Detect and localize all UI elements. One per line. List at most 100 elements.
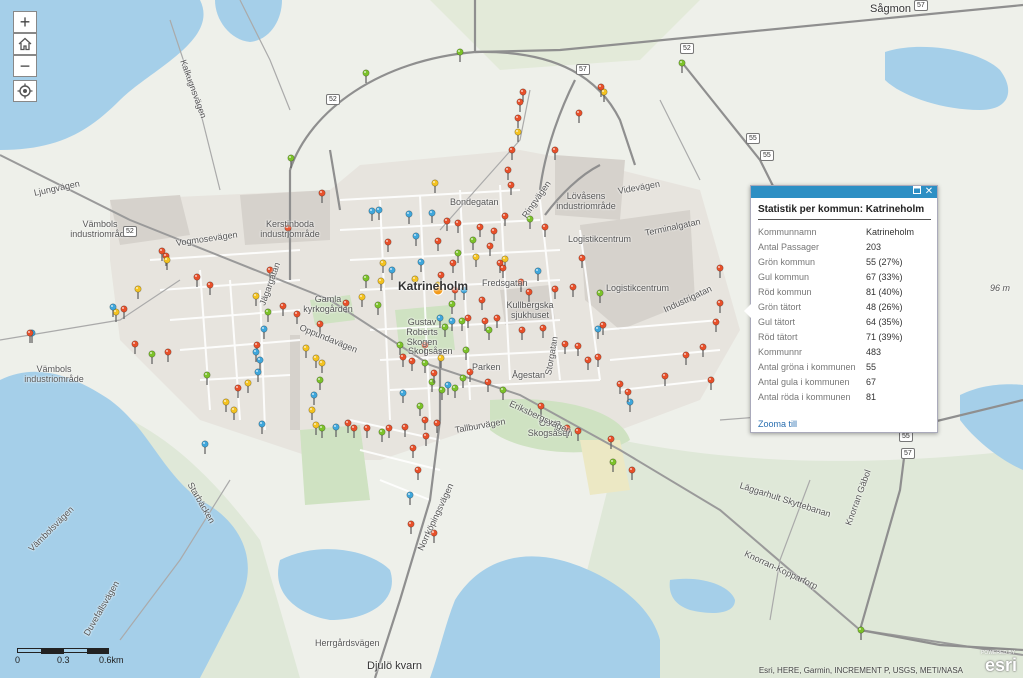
map-pin[interactable] [451, 384, 459, 398]
map-pin[interactable] [607, 435, 615, 449]
map-pin[interactable] [616, 380, 624, 394]
map-pin[interactable] [462, 346, 470, 360]
map-pin[interactable] [358, 293, 366, 307]
map-pin[interactable] [201, 440, 209, 454]
map-pin[interactable] [414, 466, 422, 480]
map-pin[interactable] [517, 278, 525, 292]
map-pin[interactable] [396, 341, 404, 355]
map-pin[interactable] [584, 356, 592, 370]
map-pin[interactable] [431, 179, 439, 193]
map-pin[interactable] [405, 210, 413, 224]
map-pin[interactable] [716, 299, 724, 313]
map-pin[interactable] [384, 238, 392, 252]
map-pin[interactable] [260, 325, 268, 339]
map-pin[interactable] [411, 275, 419, 289]
map-pin[interactable] [264, 308, 272, 322]
map-pin[interactable] [401, 423, 409, 437]
map-pin[interactable] [412, 232, 420, 246]
map-pin[interactable] [163, 256, 171, 270]
map-pin[interactable] [682, 351, 690, 365]
map-pin[interactable] [430, 529, 438, 543]
map-pin[interactable] [699, 343, 707, 357]
map-pin[interactable] [456, 48, 464, 62]
map-pin[interactable] [437, 354, 445, 368]
map-pin[interactable] [594, 325, 602, 339]
map-pin[interactable] [252, 292, 260, 306]
map-pin[interactable] [493, 314, 501, 328]
map-pin[interactable] [421, 359, 429, 373]
map-pin[interactable] [206, 281, 214, 295]
map-pin[interactable] [399, 389, 407, 403]
map-pin[interactable] [434, 237, 442, 251]
map-pin[interactable] [308, 406, 316, 420]
map-pin[interactable] [256, 356, 264, 370]
map-pin[interactable] [575, 109, 583, 123]
map-pin[interactable] [120, 305, 128, 319]
zoom-to-link[interactable]: Zooma till [758, 419, 797, 429]
map-pin[interactable] [444, 381, 452, 395]
map-pin[interactable] [230, 406, 238, 420]
map-pin[interactable] [526, 215, 534, 229]
map-pin[interactable] [409, 444, 417, 458]
maximize-icon[interactable] [911, 186, 923, 198]
map-pin[interactable] [507, 181, 515, 195]
map-pin[interactable] [569, 283, 577, 297]
map-pin[interactable] [422, 432, 430, 446]
map-pin[interactable] [258, 420, 266, 434]
map-pin[interactable] [451, 286, 459, 300]
map-pin[interactable] [379, 259, 387, 273]
close-icon[interactable]: ✕ [923, 186, 935, 198]
map-pin[interactable] [466, 368, 474, 382]
map-pin[interactable] [407, 520, 415, 534]
map-pin[interactable] [332, 423, 340, 437]
map-pin[interactable] [408, 357, 416, 371]
map-pin[interactable] [574, 427, 582, 441]
map-pin[interactable] [254, 368, 262, 382]
map-pin[interactable] [279, 302, 287, 316]
map-pin[interactable] [490, 227, 498, 241]
map-pin[interactable] [421, 341, 429, 355]
map-pin[interactable] [441, 323, 449, 337]
map-pin[interactable] [342, 299, 350, 313]
attribution-text[interactable]: Esri, HERE, Garmin, INCREMENT P, USGS, M… [759, 666, 963, 675]
map-pin[interactable] [148, 350, 156, 364]
home-button[interactable] [13, 33, 37, 55]
map-pin[interactable] [112, 308, 120, 322]
map-pin[interactable] [678, 59, 686, 73]
map-pin[interactable] [857, 626, 865, 640]
map-pin[interactable] [234, 384, 242, 398]
map-pin[interactable] [478, 296, 486, 310]
map-pin[interactable] [406, 491, 414, 505]
map-pin[interactable] [448, 300, 456, 314]
map-pin[interactable] [312, 421, 320, 435]
map-pin[interactable] [318, 359, 326, 373]
map-pin[interactable] [712, 318, 720, 332]
map-pin[interactable] [716, 264, 724, 278]
zoom-in-button[interactable]: + [13, 11, 37, 33]
map-pin[interactable] [368, 207, 376, 221]
map-pin[interactable] [460, 286, 468, 300]
map-pin[interactable] [374, 301, 382, 315]
locate-button[interactable] [13, 80, 37, 102]
map-pin[interactable] [504, 166, 512, 180]
map-pin[interactable] [287, 154, 295, 168]
map-pin[interactable] [596, 289, 604, 303]
map-pin[interactable] [244, 379, 252, 393]
map-pin[interactable] [707, 376, 715, 390]
map-pin[interactable] [534, 267, 542, 281]
map-pin[interactable] [164, 348, 172, 362]
map-pin[interactable] [464, 314, 472, 328]
statistics-popup[interactable]: ✕ Statistik per kommun: Katrineholm Komm… [744, 185, 938, 433]
map-pin[interactable] [421, 416, 429, 430]
map-pin[interactable] [561, 340, 569, 354]
map-pin[interactable] [449, 259, 457, 273]
map-pin[interactable] [514, 114, 522, 128]
map-pin[interactable] [350, 424, 358, 438]
map-pin[interactable] [312, 354, 320, 368]
map-pin[interactable] [388, 266, 396, 280]
map-pin[interactable] [563, 424, 571, 438]
map-pin[interactable] [537, 402, 545, 416]
map-pin[interactable] [318, 189, 326, 203]
map-pin[interactable] [518, 326, 526, 340]
map-pin[interactable] [501, 212, 509, 226]
